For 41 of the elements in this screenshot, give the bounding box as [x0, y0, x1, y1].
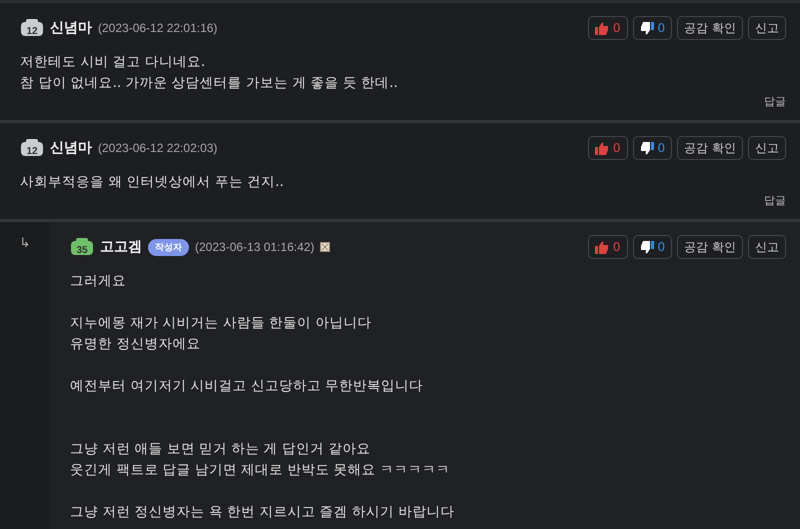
reply-arrow: ↳: [20, 236, 30, 252]
dislike-button[interactable]: 0: [632, 16, 672, 40]
comment-text: 그냥 저런 애들 보면 믿거 하는 게 답인거 같아요: [70, 440, 372, 459]
comment-text: 예전부터 여기저기 시비걸고 신고당하고 무한반복입니다: [70, 377, 424, 396]
timestamp: (2023-06-12 22:02:03): [98, 141, 218, 155]
comment-text: 웃긴게 팩트로 답글 남기면 제대로 반박도 못해요 ㅋㅋㅋㅋㅋ: [70, 461, 452, 480]
level-badge: 12: [20, 139, 44, 157]
comment-text: 지누에몽 재가 시비거는 사람들 한둘이 아닙니다: [70, 314, 372, 333]
like-button[interactable]: 0: [588, 235, 628, 259]
thumbs-down-icon: [640, 142, 654, 154]
empathy-button[interactable]: 공감 확인: [677, 136, 743, 160]
dislike-button[interactable]: 0: [632, 136, 672, 160]
comment-text: 저한테도 시비 걸고 다니네요.: [20, 53, 206, 72]
thumbs-down-icon: [640, 240, 654, 254]
author-tag: 작성자: [148, 238, 189, 256]
empathy-button[interactable]: 공감 확인: [677, 235, 743, 259]
author-name[interactable]: 신념마: [50, 19, 92, 37]
author-name[interactable]: 고고겜: [100, 238, 142, 256]
thumbs-down-icon: [640, 22, 654, 34]
comment-text: 참 답이 없네요.. 가까운 상담센터를 가보는 게 좋을 듯 한데..: [20, 74, 399, 93]
timestamp: (2023-06-12 22:01:16): [98, 21, 218, 35]
thumbs-up-icon: [594, 142, 609, 154]
thumbs-up-icon: [594, 22, 609, 34]
dislike-button[interactable]: 0: [632, 235, 672, 259]
level-badge: 35: [70, 238, 94, 256]
comment-text: 유명한 정신병자에요: [70, 335, 202, 354]
reply-link[interactable]: 답글: [764, 193, 786, 208]
author-name[interactable]: 신념마: [50, 139, 92, 157]
reply-link[interactable]: 답글: [764, 94, 786, 109]
like-button[interactable]: 0: [588, 16, 628, 40]
empathy-button[interactable]: 공감 확인: [677, 16, 743, 40]
report-button[interactable]: 신고: [748, 235, 786, 259]
level-badge: 12: [20, 19, 44, 37]
comment-text: 그냥 저런 정신병자는 욕 한번 지르시고 즐겜 하시기 바랍니다: [70, 503, 456, 522]
like-button[interactable]: 0: [588, 136, 628, 160]
comment-text: 그러게요: [70, 272, 127, 291]
comment-text: 사회부적응을 왜 인터넷상에서 푸는 건지..: [20, 173, 285, 192]
timestamp: (2023-06-13 01:16:42): [195, 240, 314, 254]
thumbs-up-icon: [594, 240, 609, 254]
report-button[interactable]: 신고: [748, 136, 786, 160]
report-button[interactable]: 신고: [748, 16, 786, 40]
